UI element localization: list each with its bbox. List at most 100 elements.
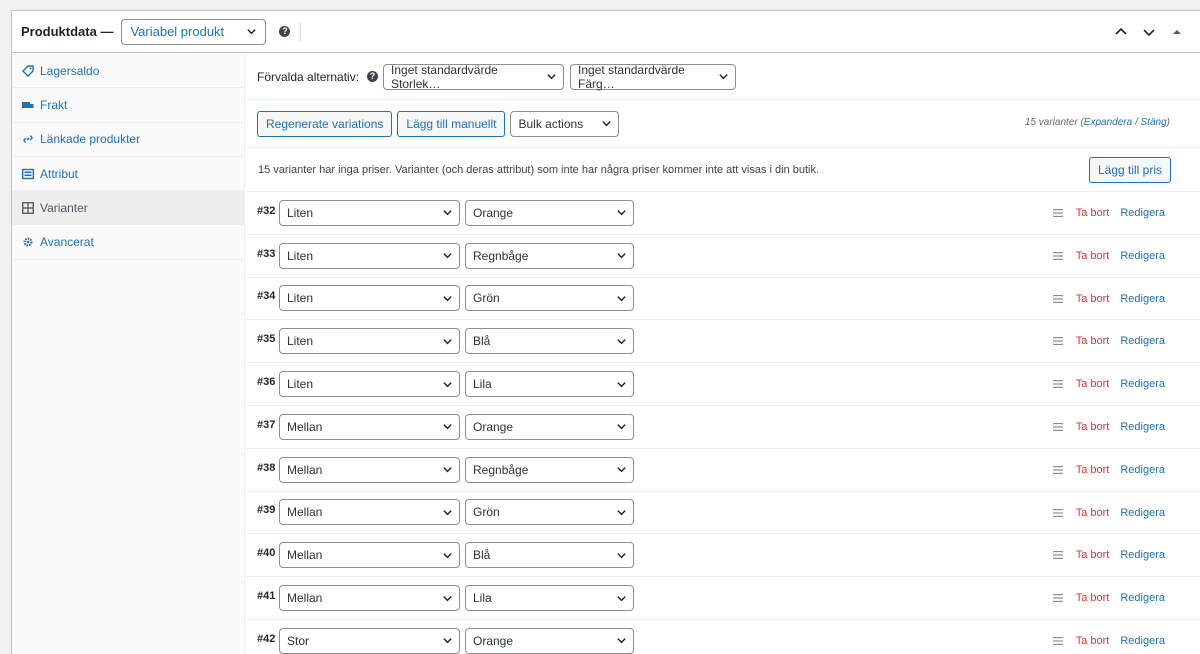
regenerate-variations-button[interactable]: Regenerate variations [257, 110, 393, 137]
variation-color-select[interactable]: Orange [465, 413, 634, 440]
drag-handle-icon[interactable] [1052, 508, 1063, 517]
edit-variation-link[interactable]: Redigera [1120, 549, 1165, 561]
collapse-toggle-icon[interactable] [1170, 25, 1184, 39]
variation-size-select[interactable]: Liten [279, 328, 460, 355]
link-icon [23, 135, 33, 143]
variation-id: #37 [257, 418, 276, 431]
drag-handle-icon[interactable] [1052, 422, 1063, 431]
delete-variation-link[interactable]: Ta bort [1076, 592, 1110, 604]
sidebar-item-label: Länkade produkter [40, 132, 141, 147]
variation-color-select[interactable]: Lila [465, 585, 634, 612]
variation-color-value: Grön [473, 291, 500, 306]
sidebar-item-varianter[interactable]: Varianter [12, 191, 244, 226]
sidebar-item-label: Lagersaldo [40, 63, 100, 78]
edit-variation-link[interactable]: Redigera [1120, 335, 1165, 347]
sidebar-item-attribut[interactable]: Attribut [12, 157, 244, 192]
default-size-select[interactable]: Inget standardvärde Storlek… [383, 63, 565, 91]
delete-variation-link[interactable]: Ta bort [1076, 207, 1110, 219]
edit-variation-link[interactable]: Redigera [1120, 592, 1165, 604]
variation-color-select[interactable]: Orange [465, 199, 634, 226]
move-down-icon[interactable] [1142, 25, 1156, 39]
variation-size-select[interactable]: Mellan [279, 585, 460, 612]
sidebar-item-avancerat[interactable]: Avancerat [12, 225, 244, 260]
variation-size-select[interactable]: Mellan [279, 542, 460, 569]
grid-icon [22, 201, 34, 214]
truck-icon [22, 101, 34, 108]
chevron-down-icon [602, 121, 612, 127]
variation-color-select[interactable]: Blå [465, 542, 634, 569]
drag-handle-icon[interactable] [1052, 380, 1063, 389]
edit-variation-link[interactable]: Redigera [1120, 635, 1165, 647]
edit-variation-link[interactable]: Redigera [1120, 421, 1165, 433]
sidebar-item-lankade-produkter[interactable]: Länkade produkter [12, 123, 244, 157]
variation-color-select[interactable]: Blå [465, 328, 634, 355]
variation-color-select[interactable]: Grön [465, 285, 634, 312]
edit-variation-link[interactable]: Redigera [1120, 507, 1165, 519]
chevron-down-icon [247, 29, 257, 35]
delete-variation-link[interactable]: Ta bort [1076, 549, 1110, 561]
close-link[interactable]: Stäng [1141, 117, 1167, 128]
drag-handle-icon[interactable] [1052, 294, 1063, 303]
edit-variation-link[interactable]: Redigera [1120, 207, 1165, 219]
edit-variation-link[interactable]: Redigera [1120, 250, 1165, 262]
chevron-down-icon [617, 296, 626, 302]
delete-variation-link[interactable]: Ta bort [1076, 507, 1110, 519]
drag-handle-icon[interactable] [1052, 337, 1063, 346]
move-up-icon[interactable] [1114, 25, 1128, 39]
edit-variation-link[interactable]: Redigera [1120, 293, 1165, 305]
variation-size-value: Mellan [287, 462, 323, 477]
drag-handle-icon[interactable] [1052, 251, 1063, 260]
sidebar-item-frakt[interactable]: Frakt [12, 88, 244, 123]
list-icon [22, 168, 34, 179]
edit-variation-link[interactable]: Redigera [1120, 464, 1165, 476]
sidebar-item-lagersaldo[interactable]: Lagersaldo [12, 54, 244, 89]
delete-variation-link[interactable]: Ta bort [1076, 378, 1110, 390]
product-type-select[interactable]: Variabel produkt [121, 18, 267, 45]
sidebar-item-label: Avancerat [40, 235, 94, 250]
delete-variation-link[interactable]: Ta bort [1076, 635, 1110, 647]
variation-size-select[interactable]: Liten [279, 242, 460, 269]
variation-size-select[interactable]: Liten [279, 371, 460, 398]
variation-tools: Ta bort Redigera [1052, 449, 1165, 491]
chevron-down-icon [443, 210, 452, 216]
variation-size-select[interactable]: Stor [279, 627, 460, 654]
add-manually-button[interactable]: Lägg till manuellt [397, 110, 506, 137]
default-color-select[interactable]: Inget standardvärde Färg… [570, 62, 737, 91]
add-price-button[interactable]: Lägg till pris [1088, 157, 1171, 183]
chevron-down-icon [443, 510, 452, 516]
variation-row: #32 Liten Orange Ta bort Redigera [246, 192, 1200, 235]
variation-id: #40 [257, 547, 276, 560]
variation-size-select[interactable]: Mellan [279, 413, 460, 440]
bulk-actions-select[interactable]: Bulk actions [510, 110, 620, 137]
drag-handle-icon[interactable] [1052, 636, 1063, 645]
variation-color-value: Orange [473, 633, 514, 648]
drag-handle-icon[interactable] [1052, 209, 1063, 217]
variation-color-select[interactable]: Orange [465, 627, 634, 654]
expand-link[interactable]: Expandera [1084, 117, 1132, 128]
variation-size-select[interactable]: Mellan [279, 499, 460, 526]
variation-row: #36 Liten Lila Ta bort Redigera [246, 363, 1200, 406]
delete-variation-link[interactable]: Ta bort [1076, 250, 1110, 262]
variation-color-select[interactable]: Lila [465, 371, 634, 398]
delete-variation-link[interactable]: Ta bort [1076, 293, 1110, 305]
variation-color-select[interactable]: Regnbåge [465, 242, 634, 269]
variation-size-select[interactable]: Mellan [279, 456, 460, 483]
help-icon[interactable]: ? [279, 26, 291, 37]
variation-size-select[interactable]: Liten [279, 199, 460, 226]
variation-size-select[interactable]: Liten [279, 285, 460, 312]
delete-variation-link[interactable]: Ta bort [1076, 464, 1110, 476]
chevron-down-icon [617, 595, 626, 601]
delete-variation-link[interactable]: Ta bort [1076, 335, 1110, 347]
variation-tools: Ta bort Redigera [1052, 320, 1165, 362]
drag-handle-icon[interactable] [1052, 594, 1063, 603]
variation-color-select[interactable]: Grön [465, 499, 634, 526]
help-icon[interactable]: ? [367, 71, 379, 82]
default-color-value: Inget standardvärde Färg… [578, 62, 685, 91]
variation-color-select[interactable]: Regnbåge [465, 456, 634, 483]
variation-color-value: Regnbåge [473, 462, 529, 477]
delete-variation-link[interactable]: Ta bort [1076, 421, 1110, 433]
drag-handle-icon[interactable] [1052, 465, 1063, 474]
default-attributes-row: Förvalda alternativ: ? Inget standardvär… [246, 54, 1200, 100]
drag-handle-icon[interactable] [1052, 551, 1063, 560]
edit-variation-link[interactable]: Redigera [1120, 378, 1165, 390]
